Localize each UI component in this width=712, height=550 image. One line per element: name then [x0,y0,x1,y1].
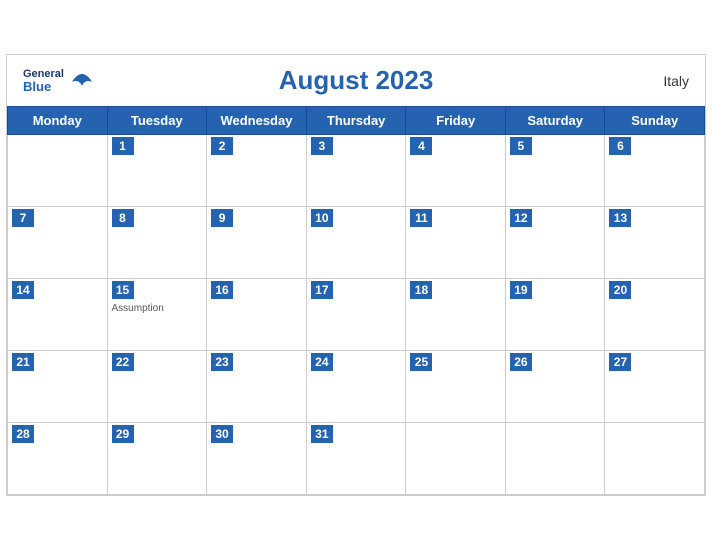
weekday-header-monday: Monday [8,107,108,135]
country-label: Italy [663,73,689,89]
day-cell: 19 [505,279,605,351]
day-cell: 11 [406,207,505,279]
week-row-3: 14 15 Assumption 16 17 18 19 20 [8,279,705,351]
day-number: 29 [112,425,134,443]
day-cell: 27 [605,351,705,423]
day-cell: 5 [505,135,605,207]
day-number: 6 [609,137,631,155]
calendar-table: MondayTuesdayWednesdayThursdayFridaySatu… [7,106,705,495]
day-cell [505,423,605,495]
day-number: 13 [609,209,631,227]
calendar-title: August 2023 [279,65,434,96]
day-number: 20 [609,281,631,299]
day-number: 9 [211,209,233,227]
calendar-thead: MondayTuesdayWednesdayThursdayFridaySatu… [8,107,705,135]
day-number: 2 [211,137,233,155]
day-cell: 24 [306,351,406,423]
day-number: 28 [12,425,34,443]
weekday-header-tuesday: Tuesday [107,107,207,135]
week-row-2: 7 8 9 10 11 12 13 [8,207,705,279]
weekday-header-friday: Friday [406,107,505,135]
day-event: Assumption [112,303,203,314]
weekday-header-wednesday: Wednesday [207,107,307,135]
day-number: 30 [211,425,233,443]
day-cell: 13 [605,207,705,279]
day-cell: 18 [406,279,505,351]
day-cell [406,423,505,495]
day-cell: 8 [107,207,207,279]
week-row-4: 21 22 23 24 25 26 27 [8,351,705,423]
week-row-1: 1 2 3 4 5 6 [8,135,705,207]
day-cell: 14 [8,279,108,351]
day-cell [605,423,705,495]
day-cell: 30 [207,423,307,495]
day-cell: 4 [406,135,505,207]
weekday-header-row: MondayTuesdayWednesdayThursdayFridaySatu… [8,107,705,135]
day-cell: 9 [207,207,307,279]
logo-bird-icon [68,72,96,90]
day-cell: 29 [107,423,207,495]
weekday-header-saturday: Saturday [505,107,605,135]
day-number: 5 [510,137,532,155]
logo-blue: Blue [23,80,64,93]
day-number: 1 [112,137,134,155]
day-cell: 31 [306,423,406,495]
day-cell: 23 [207,351,307,423]
day-number: 8 [112,209,134,227]
day-cell: 22 [107,351,207,423]
day-number: 11 [410,209,432,227]
day-number: 16 [211,281,233,299]
day-number: 31 [311,425,333,443]
weekday-header-thursday: Thursday [306,107,406,135]
day-cell: 2 [207,135,307,207]
day-number: 17 [311,281,333,299]
day-cell: 20 [605,279,705,351]
day-cell: 15 Assumption [107,279,207,351]
day-cell: 7 [8,207,108,279]
day-cell: 21 [8,351,108,423]
day-number: 12 [510,209,532,227]
day-cell: 28 [8,423,108,495]
day-number: 19 [510,281,532,299]
day-number: 14 [12,281,34,299]
calendar-body: 123456789101112131415Assumption161718192… [8,135,705,495]
day-number: 18 [410,281,432,299]
day-cell: 16 [207,279,307,351]
day-cell: 26 [505,351,605,423]
calendar: General Blue August 2023 Italy MondayTue… [6,54,706,496]
day-number: 3 [311,137,333,155]
day-number: 21 [12,353,34,371]
logo-area: General Blue [23,69,96,93]
calendar-header: General Blue August 2023 Italy [7,55,705,106]
weekday-header-sunday: Sunday [605,107,705,135]
week-row-5: 28 29 30 31 [8,423,705,495]
day-cell: 17 [306,279,406,351]
day-number: 23 [211,353,233,371]
day-cell: 1 [107,135,207,207]
day-number: 4 [410,137,432,155]
day-cell: 12 [505,207,605,279]
day-number: 25 [410,353,432,371]
day-cell: 3 [306,135,406,207]
day-number: 24 [311,353,333,371]
day-number: 7 [12,209,34,227]
day-number: 10 [311,209,333,227]
day-number: 15 [112,281,134,299]
day-number: 26 [510,353,532,371]
day-cell [8,135,108,207]
day-cell: 6 [605,135,705,207]
day-number: 27 [609,353,631,371]
day-cell: 10 [306,207,406,279]
day-cell: 25 [406,351,505,423]
day-number: 22 [112,353,134,371]
